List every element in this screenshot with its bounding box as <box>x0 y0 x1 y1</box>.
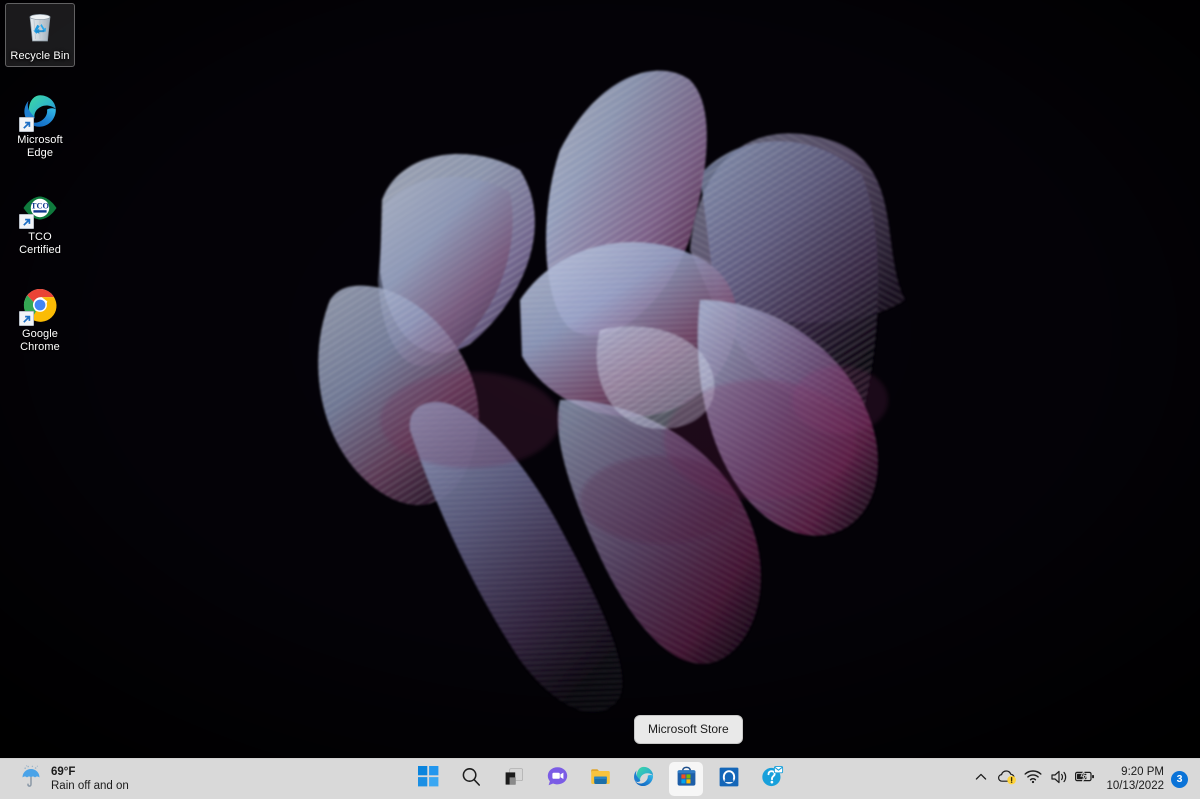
microsoft-store-button[interactable] <box>669 762 703 796</box>
desktop-icon-recycle-bin[interactable]: Recycle Bin <box>5 3 75 67</box>
microsoft-edge-icon <box>632 765 655 793</box>
task-view-button[interactable] <box>497 762 531 796</box>
task-view-icon <box>503 766 525 793</box>
show-hidden-icons-button[interactable] <box>968 763 994 795</box>
desktop-icon-list: Recycle Bin Microsoft Edge TCO TCO Certi… <box>4 3 80 379</box>
recycle-bin-icon <box>21 8 59 46</box>
system-tray: 9:20 PM 10/13/2022 3 <box>968 759 1200 799</box>
shortcut-overlay-icon <box>19 214 34 229</box>
desktop-wallpaper[interactable] <box>0 0 1200 758</box>
get-help-icon <box>761 765 784 793</box>
cloud-warning-icon <box>997 768 1017 790</box>
bloom-wallpaper-graphic <box>0 0 1200 758</box>
folder-icon <box>589 765 612 793</box>
windows-logo-icon <box>417 766 439 792</box>
clock-time: 9:20 PM <box>1121 766 1164 778</box>
microsoft-edge-icon <box>19 92 59 132</box>
network-tray-icon[interactable] <box>1020 763 1046 795</box>
battery-tray-icon[interactable] <box>1072 763 1098 795</box>
get-help-button[interactable] <box>755 762 789 796</box>
tco-certified-icon: TCO <box>19 189 59 229</box>
microsoft-store-tooltip: Microsoft Store <box>634 715 743 744</box>
desktop-icon-tco-certified[interactable]: TCO TCO Certified <box>6 185 74 260</box>
chat-icon <box>546 765 569 793</box>
shortcut-overlay-icon <box>19 311 34 326</box>
taskbar: 69°F Rain off and on 9:20 PM 10/13/2022 … <box>0 758 1200 799</box>
search-button[interactable] <box>454 762 488 796</box>
desktop-icon-label: Microsoft Edge <box>17 134 63 159</box>
battery-charging-icon <box>1074 769 1096 789</box>
mail-app-button[interactable] <box>712 762 746 796</box>
start-button[interactable] <box>411 762 445 796</box>
clock-date: 10/13/2022 <box>1106 780 1164 792</box>
desktop-icon-label: Google Chrome <box>20 328 60 353</box>
taskbar-clock[interactable]: 9:20 PM 10/13/2022 <box>1106 765 1164 793</box>
desktop-icon-microsoft-edge[interactable]: Microsoft Edge <box>6 88 74 163</box>
desktop-icon-label: TCO Certified <box>19 231 61 256</box>
microsoft-edge-button[interactable] <box>626 762 660 796</box>
desktop-icon-google-chrome[interactable]: Google Chrome <box>6 282 74 357</box>
blue-app-icon <box>718 766 740 793</box>
speaker-icon <box>1050 769 1069 790</box>
shortcut-overlay-icon <box>19 117 34 132</box>
svg-text:TCO: TCO <box>31 202 50 211</box>
search-icon <box>460 766 482 793</box>
file-explorer-button[interactable] <box>583 762 617 796</box>
store-bag-icon <box>675 765 698 793</box>
chevron-up-icon <box>974 770 988 789</box>
volume-tray-icon[interactable] <box>1046 763 1072 795</box>
desktop-icon-label: Recycle Bin <box>10 50 70 62</box>
notification-count-badge[interactable]: 3 <box>1171 770 1188 788</box>
onedrive-tray-icon[interactable] <box>994 763 1020 795</box>
desktop-screen: Recycle Bin Microsoft Edge TCO TCO Certi… <box>0 0 1200 799</box>
chat-button[interactable] <box>540 762 574 796</box>
google-chrome-icon <box>19 286 59 326</box>
wifi-icon <box>1024 769 1042 789</box>
